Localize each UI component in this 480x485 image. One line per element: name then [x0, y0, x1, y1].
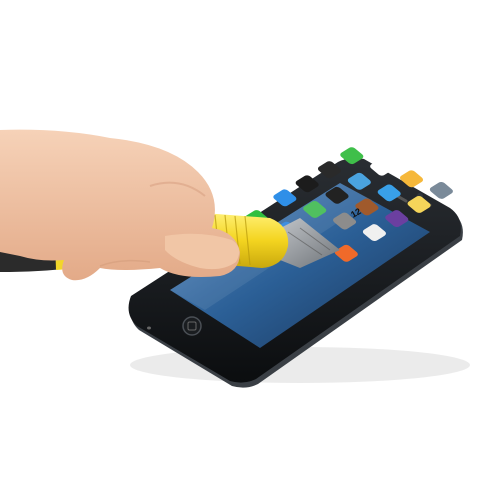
headphone-jack	[147, 326, 151, 330]
home-button	[182, 316, 202, 336]
scene-svg: 12	[0, 0, 480, 480]
photo-scene: 12	[0, 0, 480, 480]
